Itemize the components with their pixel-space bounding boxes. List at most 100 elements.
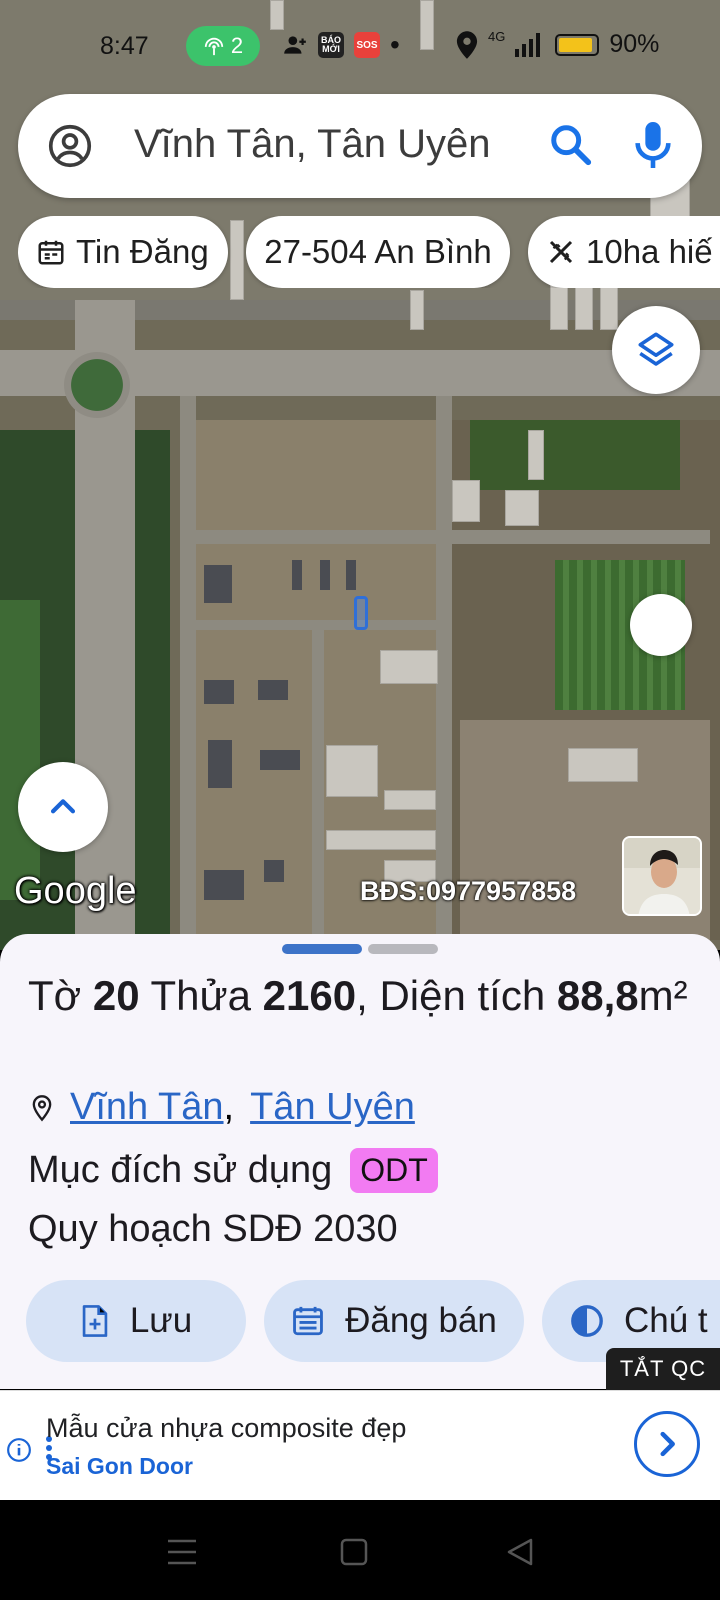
- map-building: [264, 860, 284, 882]
- back-nav-button[interactable]: [500, 1532, 540, 1572]
- ad-banner[interactable]: Mẫu cửa nhựa composite đẹp Sai Gon Door: [0, 1390, 720, 1500]
- chip-label: 27-504 An Bình: [264, 233, 492, 270]
- parcel-title: Tờ 20 Thửa 2160, Diện tích 88,8m²: [28, 964, 688, 1028]
- map-building: [452, 480, 480, 522]
- sheet-handle-inactive[interactable]: [368, 944, 438, 954]
- location-separator: ,: [223, 1086, 235, 1128]
- map-building: [260, 750, 300, 770]
- area-unit: m²: [638, 972, 688, 1019]
- chevron-right-icon: [660, 1431, 675, 1457]
- back-triangle-icon: [507, 1538, 533, 1566]
- map-building: [528, 430, 544, 480]
- filter-chips: Tin Đăng 27-504 An Bình 10ha hiế: [18, 216, 720, 288]
- sheet-number: 20: [92, 972, 140, 1019]
- area-label: , Diện tích: [356, 972, 557, 1019]
- ad-sponsor[interactable]: Sai Gon Door: [46, 1453, 193, 1480]
- map-building: [380, 650, 438, 684]
- town-link[interactable]: Tân Uyên: [250, 1086, 415, 1129]
- system-icons: 4G 90%: [456, 29, 660, 59]
- note-label: Chú t: [624, 1301, 708, 1340]
- home-nav-button[interactable]: [334, 1532, 374, 1572]
- post-sale-label: Đăng bán: [345, 1301, 497, 1340]
- chip-label: 10ha hiế: [586, 233, 713, 270]
- map-tree-row: [470, 420, 680, 490]
- compass-button[interactable]: [630, 594, 692, 656]
- post-sale-button[interactable]: Đăng bán: [264, 1280, 524, 1362]
- agent-avatar[interactable]: [622, 836, 702, 916]
- map-building: [258, 680, 288, 700]
- person-add-icon: [284, 36, 306, 54]
- map-building: [204, 565, 232, 603]
- network-type: 4G: [488, 29, 506, 44]
- parcel-number: 2160: [262, 972, 357, 1019]
- contrast-icon: [571, 1305, 603, 1337]
- battery-percent: 90%: [609, 30, 660, 58]
- person-photo-icon: [624, 838, 700, 914]
- commune-link[interactable]: Vĩnh Tân: [70, 1086, 224, 1129]
- map-roundabout: [64, 352, 130, 418]
- area-value: 88,8: [556, 972, 639, 1019]
- map-building: [505, 490, 539, 526]
- status-bar: 8:47 2 BÁO MỚI SOS • 4G 90%: [0, 22, 720, 72]
- contact-phone-label: BĐS:0977957858: [360, 876, 577, 906]
- google-logo: Google: [14, 870, 137, 912]
- ruler-cross-icon: [549, 240, 573, 264]
- file-add-icon: [82, 1305, 108, 1337]
- account-circle-icon[interactable]: [48, 124, 92, 168]
- ad-title[interactable]: Mẫu cửa nhựa composite đẹp: [46, 1413, 406, 1444]
- mic-icon[interactable]: [630, 118, 676, 172]
- map-building: [208, 740, 232, 788]
- hotspot-count: 2: [230, 33, 244, 58]
- battery-level: [559, 37, 592, 52]
- notification-icons: BÁO MỚI SOS •: [282, 29, 400, 60]
- info-icon[interactable]: [6, 1437, 32, 1463]
- map-building: [384, 790, 436, 810]
- map-road: [180, 396, 196, 950]
- dot-icon: •: [390, 29, 400, 60]
- layers-button[interactable]: [612, 306, 700, 394]
- signal-icon: [515, 32, 541, 57]
- parcel-label: Thửa: [139, 972, 263, 1019]
- search-icon[interactable]: [548, 122, 594, 168]
- chip-an-binh[interactable]: 27-504 An Bình: [246, 216, 510, 288]
- ad-open-button[interactable]: [634, 1411, 700, 1477]
- parcel-marker[interactable]: [354, 596, 368, 630]
- calendar-list-icon: [293, 1306, 323, 1336]
- location-icon: [456, 30, 478, 59]
- expand-up-button[interactable]: [18, 762, 108, 852]
- save-label: Lưu: [129, 1301, 193, 1340]
- sheet-handle-active[interactable]: [282, 944, 362, 954]
- chip-10ha[interactable]: 10ha hiế: [528, 216, 720, 288]
- map-building: [346, 560, 356, 590]
- status-time: 8:47: [100, 32, 149, 60]
- map-field-left: [0, 600, 40, 900]
- calendar-icon: [38, 240, 64, 265]
- battery-icon: [555, 33, 600, 56]
- save-button[interactable]: Lưu: [26, 1280, 246, 1362]
- map-building: [326, 830, 436, 850]
- land-use-row: Mục đích sử dụng ODT: [28, 1148, 438, 1193]
- home-square-icon: [340, 1538, 368, 1566]
- planning-label: Quy hoạch SDĐ 2030: [28, 1208, 398, 1250]
- location-row: Vĩnh Tân , Tân Uyên: [28, 1086, 415, 1129]
- hotspot-indicator: 2: [186, 26, 260, 66]
- map-road: [436, 396, 452, 950]
- title-prefix: Tờ: [28, 972, 93, 1019]
- chevron-up-icon: [50, 799, 76, 814]
- layers-icon: [638, 332, 674, 366]
- map-building: [204, 680, 234, 704]
- system-nav-bar: [0, 1500, 720, 1600]
- map-road: [190, 530, 710, 544]
- map-building: [410, 290, 424, 330]
- map-building: [320, 560, 330, 590]
- chip-tin-dang[interactable]: Tin Đăng: [18, 216, 228, 288]
- parcel-details-sheet[interactable]: Tờ 20 Thửa 2160, Diện tích 88,8m² Vĩnh T…: [0, 934, 720, 1389]
- menu-icon: [168, 1539, 196, 1565]
- map-building: [568, 748, 638, 782]
- search-bar[interactable]: Vĩnh Tân, Tân Uyên: [18, 94, 702, 198]
- baomoi-badge: BÁO MỚI: [318, 32, 344, 58]
- search-input[interactable]: Vĩnh Tân, Tân Uyên: [134, 122, 534, 167]
- hotspot-icon: [204, 37, 224, 56]
- menu-nav-button[interactable]: [162, 1532, 202, 1572]
- turn-off-ads-button[interactable]: TẮT QC: [606, 1348, 720, 1390]
